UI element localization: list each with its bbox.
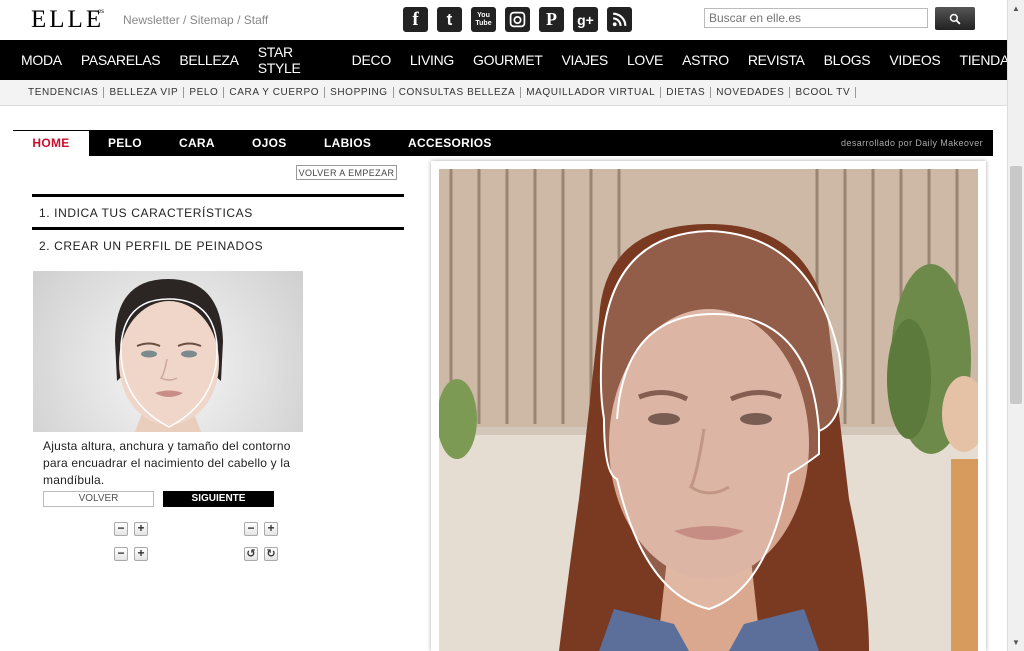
rotate-left-icon[interactable]: ↺ <box>244 547 258 561</box>
back-button[interactable]: VOLVER <box>43 491 154 507</box>
sub-nav: TENDENCIAS BELLEZA VIP PELO CARA Y CUERP… <box>0 80 1007 106</box>
instagram-icon[interactable] <box>505 7 530 32</box>
scroll-up-icon[interactable]: ▲ <box>1012 4 1020 13</box>
top-links: Newsletter / Sitemap / Staff <box>123 13 269 27</box>
search-icon <box>949 13 961 25</box>
tab-pelo[interactable]: PELO <box>108 131 142 156</box>
search-input[interactable] <box>704 8 928 28</box>
top-bar: ELLEes Newsletter / Sitemap / Staff f t … <box>0 0 1007 40</box>
twitter-icon[interactable]: t <box>437 7 462 32</box>
subnav-novedades[interactable]: NOVEDADES <box>711 87 791 98</box>
nav-astro[interactable]: ASTRO <box>661 52 729 68</box>
reference-face-image <box>33 271 303 432</box>
page-scrollbar[interactable]: ▲ ▼ <box>1007 0 1024 651</box>
pinterest-icon[interactable]: P <box>539 7 564 32</box>
subnav-pelo[interactable]: PELO <box>184 87 225 98</box>
subnav-bcool-tv[interactable]: BCOOL TV <box>790 87 857 98</box>
user-photo[interactable] <box>439 169 978 651</box>
width-decrease-button[interactable]: − <box>244 522 258 536</box>
instructions-text: Ajusta altura, anchura y tamaño del cont… <box>43 439 291 487</box>
subnav-dietas[interactable]: DIETAS <box>661 87 712 98</box>
subnav-maquillador-virtual[interactable]: MAQUILLADOR VIRTUAL <box>521 87 662 98</box>
nav-gourmet[interactable]: GOURMET <box>452 52 543 68</box>
facebook-icon[interactable]: f <box>403 7 428 32</box>
tab-accesorios[interactable]: ACCESORIOS <box>408 131 492 156</box>
nav-deco[interactable]: DECO <box>331 52 392 68</box>
tab-labios[interactable]: LABIOS <box>324 131 371 156</box>
nav-blogs[interactable]: BLOGS <box>803 52 871 68</box>
sitemap-link[interactable]: Sitemap <box>190 13 234 27</box>
nav-moda[interactable]: MODA <box>0 52 62 68</box>
staff-link[interactable]: Staff <box>244 13 268 27</box>
scroll-thumb[interactable] <box>1010 166 1022 404</box>
tab-ojos[interactable]: OJOS <box>252 131 287 156</box>
nav-star-style[interactable]: STAR STYLE <box>237 44 333 76</box>
google-plus-icon[interactable]: g+ <box>573 7 598 32</box>
nav-viajes[interactable]: VIAJES <box>540 52 608 68</box>
nav-tienda[interactable]: TIENDA <box>938 52 1009 68</box>
height-decrease-button[interactable]: − <box>114 522 128 536</box>
scroll-down-icon[interactable]: ▼ <box>1012 638 1020 647</box>
height-increase-button[interactable]: + <box>134 522 148 536</box>
subnav-belleza-vip[interactable]: BELLEZA VIP <box>104 87 185 98</box>
app-tabs: HOME PELO CARA OJOS LABIOS ACCESORIOS de… <box>13 130 993 156</box>
step-hairstyle-profile[interactable]: 2. CREAR UN PERFIL DE PEINADOS <box>32 227 404 259</box>
nav-living[interactable]: LIVING <box>389 52 454 68</box>
logo-text: ELLE <box>31 6 105 33</box>
nav-pasarelas[interactable]: PASARELAS <box>60 52 161 68</box>
nav-love[interactable]: LOVE <box>606 52 663 68</box>
nav-revista[interactable]: REVISTA <box>727 52 805 68</box>
social-links: f t You Tube P g+ <box>403 7 632 32</box>
size-decrease-button[interactable]: − <box>114 547 128 561</box>
tab-home[interactable]: HOME <box>13 130 89 156</box>
rss-icon[interactable] <box>607 7 632 32</box>
newsletter-link[interactable]: Newsletter <box>123 13 180 27</box>
search-button[interactable] <box>935 7 975 30</box>
nav-videos[interactable]: VIDEOS <box>868 52 940 68</box>
tab-cara[interactable]: CARA <box>179 131 215 156</box>
main-nav: MODA PASARELAS BELLEZA STAR STYLE DECO L… <box>0 40 1009 80</box>
width-increase-button[interactable]: + <box>264 522 278 536</box>
restart-button[interactable]: VOLVER A EMPEZAR <box>296 165 397 180</box>
step-characteristics[interactable]: 1. INDICA TUS CARACTERÍSTICAS <box>32 194 404 226</box>
subnav-tendencias[interactable]: TENDENCIAS <box>24 87 105 98</box>
logo-sup: es <box>98 7 104 15</box>
credit-text[interactable]: desarrollado por Daily Makeover <box>841 131 983 156</box>
next-button[interactable]: SIGUIENTE <box>163 491 274 507</box>
subnav-shopping[interactable]: SHOPPING <box>325 87 394 98</box>
rotate-right-icon[interactable]: ↻ <box>264 547 278 561</box>
youtube-icon[interactable]: You Tube <box>471 7 496 32</box>
subnav-cara-y-cuerpo[interactable]: CARA Y CUERPO <box>224 87 326 98</box>
nav-belleza[interactable]: BELLEZA <box>158 52 239 68</box>
elle-logo[interactable]: ELLEes <box>31 6 104 34</box>
photo-frame <box>431 161 986 651</box>
subnav-consultas-belleza[interactable]: CONSULTAS BELLEZA <box>394 87 522 98</box>
size-increase-button[interactable]: + <box>134 547 148 561</box>
